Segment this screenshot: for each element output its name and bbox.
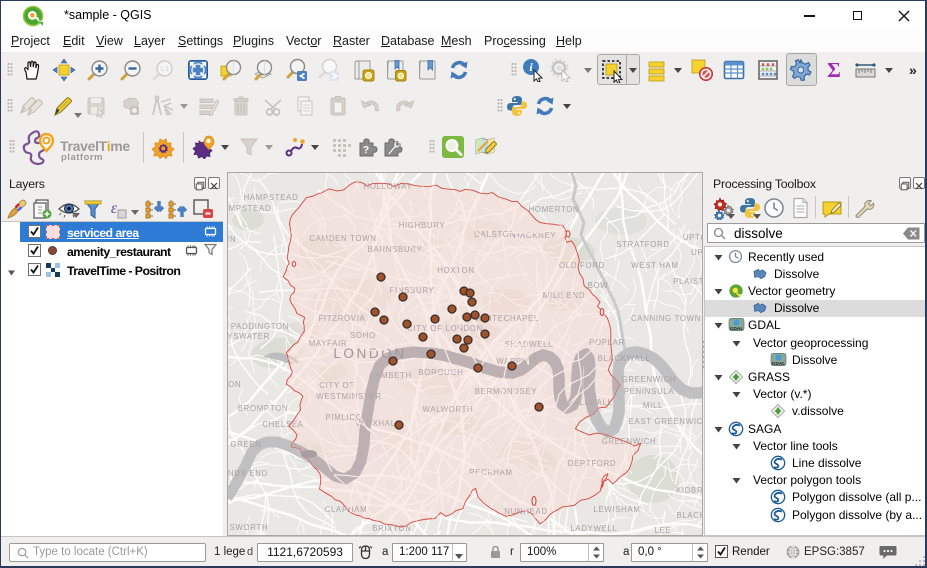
svg-text:GDAL: GDAL bbox=[772, 361, 786, 367]
svg-text:CITY OF LONDON: CITY OF LONDON bbox=[407, 324, 483, 333]
svg-text:FINSBURY: FINSBURY bbox=[390, 286, 435, 295]
svg-text:DEPTFORD: DEPTFORD bbox=[568, 459, 616, 468]
svg-text:AYSWATER: AYSWATER bbox=[228, 332, 270, 341]
svg-text:LADYWELL: LADYWELL bbox=[570, 524, 617, 533]
svg-text:SOHO: SOHO bbox=[350, 331, 376, 340]
svg-text:PLAISTO: PLAISTO bbox=[673, 277, 702, 286]
svg-text:BROMPTON: BROMPTON bbox=[238, 404, 289, 413]
svg-text:RN: RN bbox=[228, 235, 236, 244]
svg-text:CANNING TOWN: CANNING TOWN bbox=[631, 314, 701, 323]
svg-text:GDAL: GDAL bbox=[730, 326, 744, 332]
svg-text:CAMDEN TOWN: CAMDEN TOWN bbox=[309, 234, 376, 243]
svg-text:DALSTON: DALSTON bbox=[474, 230, 516, 239]
svg-text:UPT: UPT bbox=[691, 248, 702, 257]
svg-text:1:1: 1:1 bbox=[160, 66, 169, 73]
svg-text:GREENWICH: GREENWICH bbox=[622, 375, 677, 384]
svg-text:Σ: Σ bbox=[827, 58, 841, 82]
svg-text:M GREEN: M GREEN bbox=[228, 440, 262, 449]
svg-text:CITY OF: CITY OF bbox=[319, 381, 355, 390]
svg-text:MILE END: MILE END bbox=[543, 291, 585, 300]
svg-text:HOXTON: HOXTON bbox=[437, 266, 474, 275]
svg-text:WAPPING: WAPPING bbox=[496, 357, 537, 366]
svg-text:LEE: LEE bbox=[655, 526, 672, 535]
svg-text:ε: ε bbox=[111, 200, 118, 217]
svg-text:ANDS END: ANDS END bbox=[228, 469, 268, 478]
svg-text:STRATFORD: STRATFORD bbox=[616, 240, 669, 249]
svg-text:BLACK: BLACK bbox=[676, 511, 702, 520]
svg-text:PADDINGTON: PADDINGTON bbox=[231, 322, 289, 331]
svg-text:BOW: BOW bbox=[588, 281, 609, 290]
svg-text:WESTMINSTER: WESTMINSTER bbox=[316, 392, 381, 401]
svg-text:HIGHBURY: HIGHBURY bbox=[399, 221, 446, 230]
svg-text:PENINSULA: PENINSULA bbox=[624, 387, 675, 396]
svg-text:AMPSTEAD: AMPSTEAD bbox=[228, 204, 271, 213]
svg-text:LAMBETH: LAMBETH bbox=[370, 371, 412, 380]
svg-text:MILL: MILL bbox=[643, 401, 663, 410]
svg-text:UPTO: UPTO bbox=[683, 233, 702, 242]
svg-text:LEWISHAM: LEWISHAM bbox=[593, 505, 640, 514]
svg-text:BERMONDSEY: BERMONDSEY bbox=[475, 387, 538, 396]
svg-text:WEST HAM: WEST HAM bbox=[631, 261, 678, 270]
svg-text:PECKHAM: PECKHAM bbox=[469, 468, 512, 477]
svg-text:TON: TON bbox=[228, 380, 241, 389]
svg-text:HAMPSTEAD: HAMPSTEAD bbox=[244, 193, 299, 202]
svg-text:HOMERTON: HOMERTON bbox=[529, 205, 580, 214]
svg-text:EAST GREENWICH: EAST GREENWICH bbox=[629, 417, 702, 426]
svg-text:KIDBRO: KIDBRO bbox=[676, 486, 702, 495]
svg-text:?: ? bbox=[363, 145, 369, 156]
svg-text:FITZROVIA: FITZROVIA bbox=[318, 314, 365, 323]
svg-text:SWORTH: SWORTH bbox=[230, 523, 269, 532]
svg-text:WALWORTH: WALWORTH bbox=[423, 405, 474, 414]
